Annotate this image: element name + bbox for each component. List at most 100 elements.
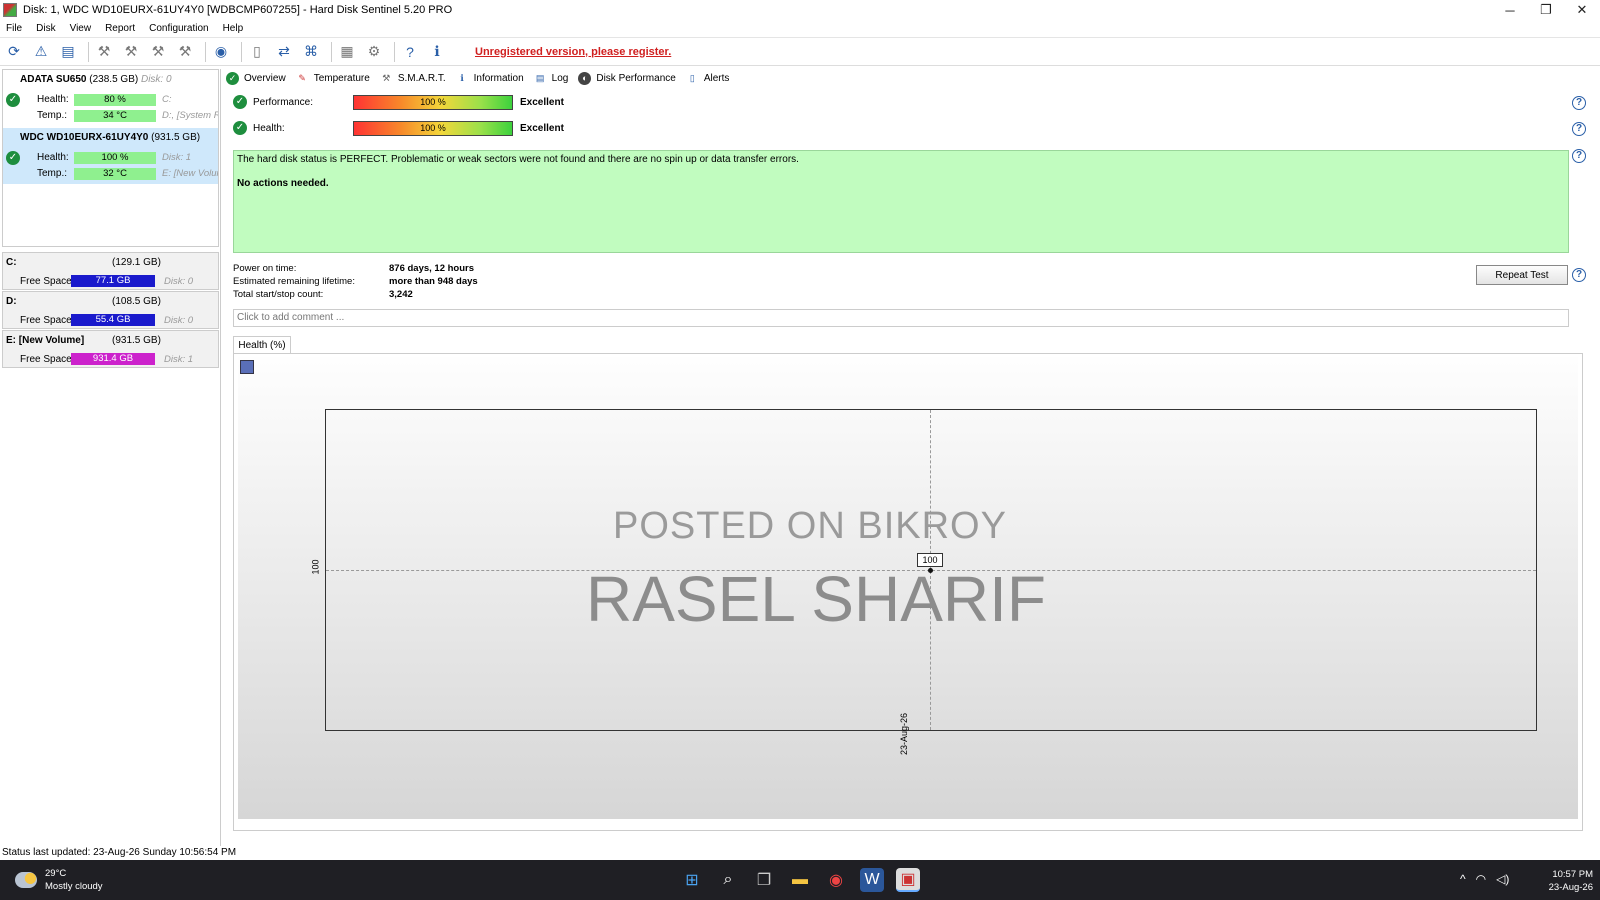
menu-bar: File Disk View Report Configuration Help (0, 20, 1600, 36)
performance-icon[interactable]: ▦ (336, 41, 358, 63)
volume-disk: Disk: 1 (164, 354, 194, 365)
temp-label: Temp.: (37, 110, 68, 121)
chevron-up-icon[interactable]: ^ (1460, 872, 1466, 886)
watermark-line1: POSTED ON BIKROY (613, 505, 1007, 547)
sync-icon[interactable]: ⇄ (273, 41, 295, 63)
minimize-button[interactable]: ─ (1492, 0, 1528, 20)
hard-disk-sentinel-icon[interactable]: ▣ (896, 868, 920, 892)
free-space-label: Free Space (20, 276, 72, 287)
alert-document-icon: ▯ (689, 72, 695, 83)
volume-name: E: [New Volume] (6, 335, 85, 346)
settings-icon[interactable]: ⚙ (363, 41, 385, 63)
globe-icon[interactable]: ◉ (210, 41, 232, 63)
disk-list: ADATA SU650 (238.5 GB) Disk: 0 ✓ Health:… (2, 69, 219, 247)
volume-item-c[interactable]: C: (129.1 GB) Free Space 77.1 GB Disk: 0 (2, 252, 219, 290)
disk-tools-icon[interactable]: ⚒ (174, 41, 196, 63)
power-on-value: 876 days, 12 hours (389, 263, 475, 274)
wifi-icon[interactable]: ◠ (1476, 872, 1486, 886)
clock[interactable]: 10:57 PM 23-Aug-26 (1537, 868, 1593, 894)
disk-item-wdc[interactable]: WDC WD10EURX-61UY4Y0 (931.5 GB) ✓ Health… (3, 128, 218, 184)
menu-configuration[interactable]: Configuration (149, 23, 208, 34)
close-button[interactable]: ✕ (1564, 0, 1600, 20)
disk-number: Disk: 1 (162, 152, 192, 163)
repeat-test-button[interactable]: Repeat Test (1476, 265, 1568, 285)
menu-disk[interactable]: Disk (36, 23, 55, 34)
alert-icon[interactable]: ⚠ (30, 41, 52, 63)
taskbar-apps: ⊞ ⌕ ❐ ▬ ◉ W ▣ (680, 868, 932, 892)
search-icon[interactable]: ⌕ (716, 868, 740, 892)
volume-item-d[interactable]: D: (108.5 GB) Free Space 55.4 GB Disk: 0 (2, 291, 219, 329)
report-icon[interactable]: ▤ (57, 41, 79, 63)
tab-disk-performance[interactable]: ◐ Disk Performance (578, 69, 676, 87)
status-message: The hard disk status is PERFECT. Problem… (237, 154, 799, 165)
disk-drive-letter: C: (162, 94, 172, 105)
tab-label: Log (551, 72, 569, 84)
health-graph-panel: 100 100 23-Aug-26 POSTED ON BIKROY RASEL… (233, 353, 1583, 831)
menu-view[interactable]: View (70, 23, 92, 34)
chrome-icon[interactable]: ◉ (824, 868, 848, 892)
start-icon[interactable]: ⊞ (680, 868, 704, 892)
volume-item-e[interactable]: E: [New Volume] (931.5 GB) Free Space 93… (2, 330, 219, 368)
tab-overview[interactable]: ✓ Overview (226, 69, 286, 87)
document-icon[interactable]: ▯ (246, 41, 268, 63)
refresh-icon[interactable]: ⟳ (3, 41, 25, 63)
menu-report[interactable]: Report (105, 23, 135, 34)
log-icon: ▤ (535, 72, 545, 83)
startstop-label: Total start/stop count: (233, 289, 324, 300)
menu-help[interactable]: Help (223, 23, 244, 34)
performance-rating: Excellent (520, 97, 564, 108)
help-icon[interactable]: ? (399, 41, 421, 63)
repeat-test-help-icon[interactable]: ? (1572, 268, 1586, 282)
task-view-icon[interactable]: ❐ (752, 868, 776, 892)
disk-test-icon[interactable]: ⚒ (93, 41, 115, 63)
info-icon[interactable]: ℹ (426, 41, 448, 63)
health-label: Health: (253, 123, 285, 134)
volume-size: (129.1 GB) (112, 257, 161, 268)
system-tray: ^ ◠ ◁) (1460, 872, 1519, 886)
maximize-button[interactable]: ❐ (1528, 0, 1564, 20)
tab-health-graph[interactable]: Health (%) (233, 336, 291, 354)
tab-information[interactable]: ℹ Information (456, 69, 524, 87)
performance-help-icon[interactable]: ? (1572, 96, 1586, 110)
tab-log[interactable]: ▤ Log (534, 69, 569, 87)
tab-smart[interactable]: ⚒ S.M.A.R.T. (380, 69, 445, 87)
health-label: Health: (37, 94, 69, 105)
performance-label: Performance: (253, 97, 314, 108)
free-space-bar: 55.4 GB (71, 314, 155, 326)
tab-alerts[interactable]: ▯ Alerts (686, 69, 730, 87)
taskbar: 29°C Mostly cloudy ⊞ ⌕ ❐ ▬ ◉ W ▣ ^ ◠ ◁) … (0, 860, 1600, 900)
status-help-icon[interactable]: ? (1572, 149, 1586, 163)
network-icon[interactable]: ⌘ (300, 41, 322, 63)
toolbar-separator (205, 41, 206, 62)
tab-label: Disk Performance (596, 72, 676, 84)
menu-file[interactable]: File (6, 23, 22, 34)
toolbar-separator (394, 41, 395, 62)
weather-condition: Mostly cloudy (45, 881, 103, 892)
register-link[interactable]: Unregistered version, please register. (475, 46, 671, 58)
tab-label: Temperature (313, 72, 370, 84)
disk-check-icon[interactable]: ⚒ (147, 41, 169, 63)
performance-ok-icon: ✓ (233, 95, 247, 109)
volume-disk: Disk: 0 (164, 315, 194, 326)
comment-input[interactable]: Click to add comment ... (233, 309, 1569, 327)
word-icon[interactable]: W (860, 868, 884, 892)
surface-test-icon[interactable]: ⚒ (120, 41, 142, 63)
volume-size: (108.5 GB) (112, 296, 161, 307)
tab-label: Information (473, 72, 524, 84)
disk-drive-letters: D:, [System R (162, 110, 218, 121)
status-box: The hard disk status is PERFECT. Problem… (233, 150, 1569, 253)
file-explorer-icon[interactable]: ▬ (788, 868, 812, 892)
disk-item-adata[interactable]: ADATA SU650 (238.5 GB) Disk: 0 ✓ Health:… (3, 70, 218, 126)
volume-icon[interactable]: ◁) (1496, 872, 1509, 886)
save-icon[interactable] (240, 360, 254, 374)
graph-background: 100 100 23-Aug-26 POSTED ON BIKROY RASEL… (238, 357, 1578, 819)
health-help-icon[interactable]: ? (1572, 122, 1586, 136)
free-space-label: Free Space (20, 315, 72, 326)
volume-name: D: (6, 296, 17, 307)
free-space-bar: 77.1 GB (71, 275, 155, 287)
temp-bar: 32 °C (74, 168, 156, 180)
weather-widget[interactable]: 29°C Mostly cloudy (15, 867, 103, 893)
x-tick-label: 23-Aug-26 (899, 712, 909, 755)
tab-temperature[interactable]: ✎ Temperature (296, 69, 370, 87)
health-ok-icon: ✓ (233, 121, 247, 135)
